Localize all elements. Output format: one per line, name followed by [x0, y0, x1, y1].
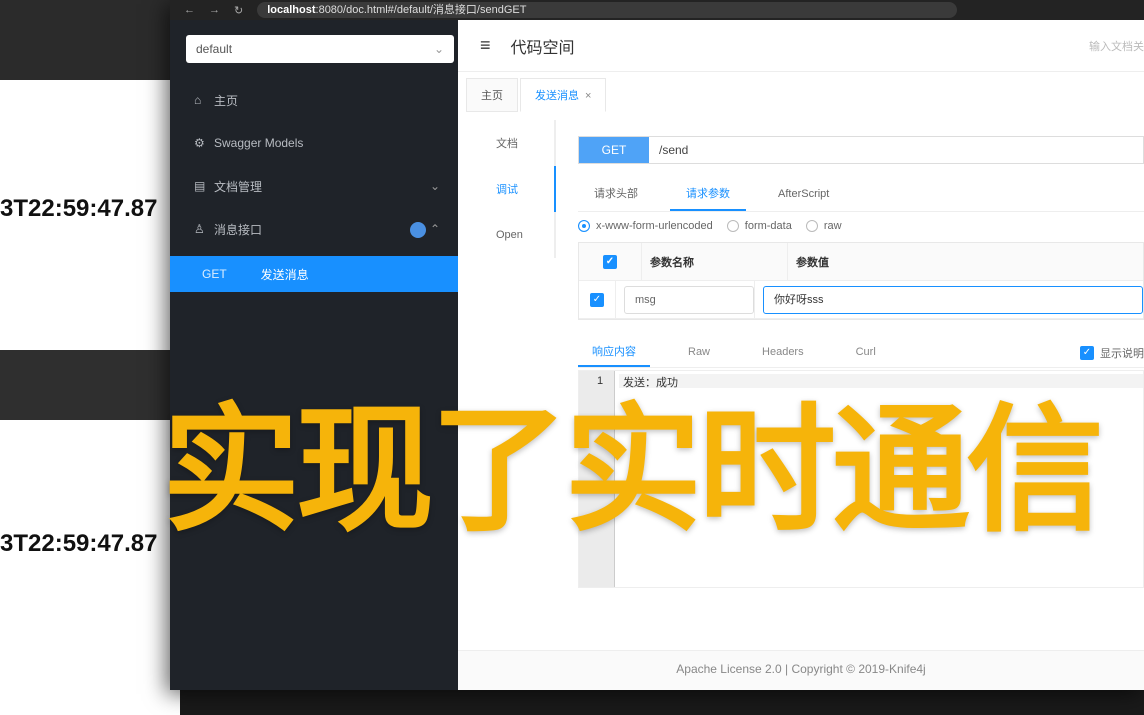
- url-field[interactable]: localhost:8080/doc.html#/default/消息接口/se…: [257, 2, 958, 18]
- sidebar-item-swagger-models[interactable]: ⚙ Swagger Models: [170, 125, 458, 161]
- address-bar[interactable]: ← → ↻ localhost:8080/doc.html#/default/消…: [170, 0, 1144, 20]
- page-tabs: 主页 发送消息 ×: [466, 78, 608, 112]
- sidebar-item-label: 文档管理: [214, 179, 263, 194]
- side-tab-label: Open: [496, 229, 523, 241]
- method-button[interactable]: GET: [579, 137, 649, 163]
- side-tab-doc[interactable]: 文档: [478, 120, 556, 166]
- background-window-2: 3T22:59:47.87: [0, 420, 180, 715]
- page-title: 代码空间: [510, 39, 575, 57]
- namespace-value: default: [196, 42, 233, 56]
- sidebar: default ⌄ ⌂ 主页 ⚙ Swagger Models ▤ 文档管理 ⌄…: [170, 20, 458, 690]
- browser-window: ← → ↻ localhost:8080/doc.html#/default/消…: [170, 0, 1144, 690]
- url-host: localhost: [267, 4, 316, 16]
- show-description-label: 显示说明: [1100, 348, 1144, 360]
- document-icon: ▤: [194, 179, 206, 193]
- table-header-row: ✓ 参数名称 参数值: [579, 243, 1143, 281]
- background-window-titlebar: [0, 0, 180, 80]
- background-timestamp: 3T22:59:47.87: [0, 195, 158, 222]
- request-tabs: 请求头部 请求参数 AfterScript: [578, 176, 1144, 212]
- radio-label: x-www-form-urlencoded: [596, 220, 713, 232]
- menu-toggle-icon[interactable]: ≡: [480, 35, 491, 56]
- top-bar: ≡ 代码空间 输入文档关: [458, 20, 1144, 72]
- method-label: GET: [202, 267, 227, 281]
- chevron-down-icon: ⌄: [429, 179, 440, 193]
- background-divider: [0, 350, 180, 420]
- select-all-checkbox[interactable]: ✓: [603, 254, 617, 269]
- forward-icon[interactable]: →: [209, 4, 220, 16]
- sidebar-subitem-label: 发送消息: [260, 267, 309, 282]
- sidebar-item-message-api[interactable]: ♙ 消息接口 ⌃: [170, 211, 458, 247]
- sidebar-item-label: 主页: [214, 93, 239, 108]
- table-row: ✓ msg 你好呀sss: [579, 281, 1143, 319]
- reload-icon[interactable]: ↻: [234, 4, 243, 17]
- radio-dot: [726, 220, 739, 232]
- radio-urlencoded[interactable]: x-www-form-urlencoded: [578, 220, 713, 232]
- url-path: :8080/doc.html#/default/消息接口/sendGET: [315, 4, 527, 16]
- side-tab-label: 文档: [496, 138, 518, 150]
- group-icon: ♙: [194, 222, 205, 236]
- tab-send-message[interactable]: 发送消息 ×: [520, 78, 607, 112]
- radio-form-data[interactable]: form-data: [726, 220, 792, 232]
- side-tab-open[interactable]: Open: [478, 212, 556, 258]
- row-checkbox[interactable]: ✓: [590, 292, 604, 307]
- sidebar-item-label: 消息接口: [214, 222, 263, 237]
- count-badge: [410, 222, 426, 238]
- background-timestamp: 3T22:59:47.87: [0, 530, 158, 557]
- sidebar-item-label: Swagger Models: [214, 136, 304, 150]
- back-icon[interactable]: ←: [184, 4, 195, 16]
- footer: Apache License 2.0 | Copyright © 2019-Kn…: [458, 650, 1144, 690]
- chevron-down-icon: ⌄: [433, 42, 444, 56]
- column-header: 参数名称: [641, 243, 787, 280]
- params-table: ✓ 参数名称 参数值 ✓ msg 你好呀sss: [578, 242, 1144, 320]
- sidebar-subitem-send-message[interactable]: GET 发送消息: [170, 256, 458, 292]
- sidebar-item-doc-manage[interactable]: ▤ 文档管理 ⌄: [170, 168, 458, 204]
- side-tab-debug[interactable]: 调试: [478, 166, 556, 212]
- content-type-radios: x-www-form-urlencoded form-data raw: [578, 220, 856, 232]
- radio-label: raw: [823, 220, 842, 232]
- column-header: 参数值: [787, 243, 1143, 280]
- tab-home[interactable]: 主页: [466, 78, 518, 112]
- radio-label: form-data: [744, 220, 792, 232]
- doc-side-tabs: 文档 调试 Open: [478, 120, 556, 258]
- radio-dot: [578, 220, 590, 232]
- tab-request-params[interactable]: 请求参数: [670, 176, 746, 211]
- chevron-up-icon: ⌃: [429, 222, 440, 236]
- tab-request-headers[interactable]: 请求头部: [578, 176, 654, 211]
- request-url-row: GET /send: [578, 136, 1144, 164]
- close-icon[interactable]: ×: [585, 90, 591, 102]
- namespace-select[interactable]: default ⌄: [186, 35, 454, 63]
- search-input[interactable]: 输入文档关: [1089, 38, 1144, 54]
- param-name-input[interactable]: msg: [624, 285, 754, 314]
- main-content: ≡ 代码空间 输入文档关 主页 发送消息 × 文档 调试 Open GET /se…: [458, 20, 1144, 690]
- tab-after-script[interactable]: AfterScript: [762, 176, 845, 211]
- param-value-input[interactable]: 你好呀sss: [763, 285, 1143, 314]
- tab-label: 发送消息: [535, 90, 579, 102]
- radio-dot: [805, 220, 818, 232]
- radio-raw[interactable]: raw: [805, 220, 842, 232]
- tab-label: 主页: [481, 90, 503, 102]
- sidebar-item-home[interactable]: ⌂ 主页: [170, 82, 458, 118]
- home-icon: ⌂: [194, 93, 202, 107]
- gear-icon: ⚙: [194, 136, 205, 150]
- background-window-1: 3T22:59:47.87: [0, 80, 180, 350]
- side-tab-label: 调试: [496, 184, 518, 196]
- caption-overlay: 实现了实时通信: [162, 390, 1104, 551]
- request-path-input[interactable]: /send: [649, 137, 688, 163]
